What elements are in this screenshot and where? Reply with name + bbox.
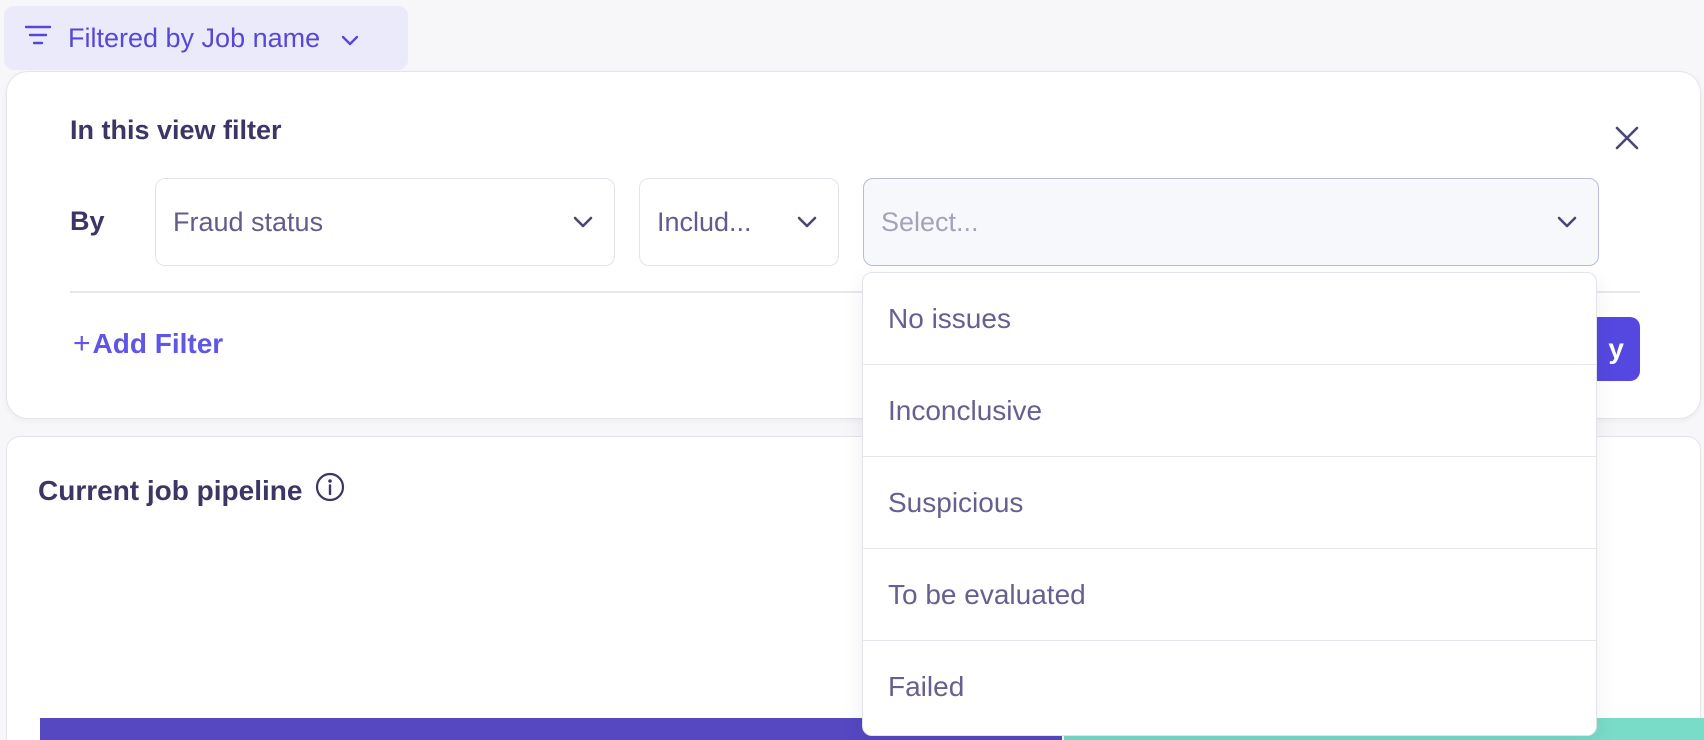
apply-button-label: y [1608, 333, 1624, 364]
chevron-down-icon [340, 23, 360, 54]
chevron-down-icon [1556, 215, 1578, 229]
close-button[interactable] [1611, 122, 1643, 154]
filter-value-select[interactable]: Select... [863, 178, 1599, 266]
plus-icon: + [73, 327, 91, 360]
filter-value-dropdown: No issues Inconclusive Suspicious To be … [862, 272, 1597, 736]
dropdown-option[interactable]: No issues [863, 273, 1596, 365]
chevron-down-icon [572, 215, 594, 229]
filter-chip-button[interactable]: Filtered by Job name [4, 6, 408, 70]
dropdown-option[interactable]: Inconclusive [863, 365, 1596, 457]
dropdown-option[interactable]: Failed [863, 641, 1596, 733]
popover-title: In this view filter [70, 115, 282, 145]
filter-chip-label: Filtered by Job name [68, 22, 321, 53]
filter-field-select[interactable]: Fraud status [155, 178, 615, 266]
info-icon[interactable] [314, 471, 346, 510]
filter-field-value: Fraud status [173, 206, 324, 237]
add-filter-label: Add Filter [92, 328, 224, 359]
chevron-down-icon [796, 215, 818, 229]
add-filter-button[interactable]: + Add Filter [73, 327, 223, 361]
card-title: Current job pipeline [38, 474, 303, 506]
dropdown-option[interactable]: Suspicious [863, 457, 1596, 549]
dropdown-option[interactable]: To be evaluated [863, 549, 1596, 641]
filter-value-placeholder: Select... [881, 206, 979, 237]
filter-operator-select[interactable]: Includ... [639, 178, 839, 266]
close-icon [1614, 125, 1640, 151]
filter-lines-icon [24, 23, 52, 54]
screen: Current job pipeline Filtered by Job nam… [0, 0, 1704, 740]
card-title-row: Current job pipeline [38, 471, 346, 510]
filter-operator-value: Includ... [657, 206, 752, 237]
by-label: By [70, 206, 105, 236]
